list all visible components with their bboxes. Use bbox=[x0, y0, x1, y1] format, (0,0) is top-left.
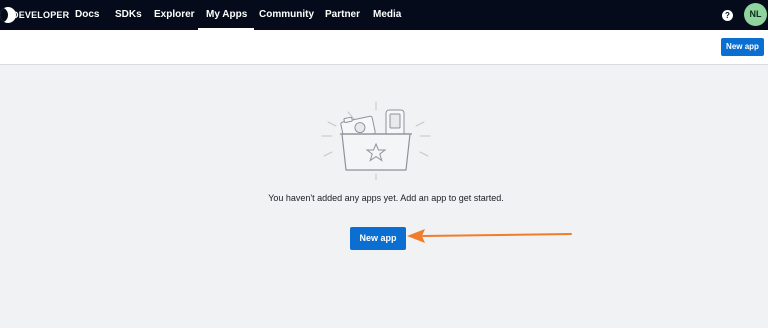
nav-item-docs[interactable]: Docs bbox=[75, 0, 99, 30]
nav-item-community[interactable]: Community bbox=[259, 0, 314, 30]
header-new-app-button[interactable]: New app bbox=[721, 38, 764, 56]
avatar[interactable]: NL bbox=[744, 3, 767, 26]
nav-item-media[interactable]: Media bbox=[373, 0, 401, 30]
top-navigation-bar: DEVELOPER Docs SDKs Explorer My Apps Com… bbox=[0, 0, 768, 30]
page-header-bar bbox=[0, 30, 768, 65]
nav-item-partner[interactable]: Partner bbox=[325, 0, 360, 30]
empty-box-star-icon bbox=[321, 101, 431, 180]
nav-item-sdks[interactable]: SDKs bbox=[115, 0, 142, 30]
nav-item-my-apps[interactable]: My Apps bbox=[197, 0, 255, 30]
empty-state-message: You haven't added any apps yet. Add an a… bbox=[268, 193, 504, 203]
nav-item-explorer[interactable]: Explorer bbox=[154, 0, 195, 30]
help-icon[interactable]: ? bbox=[722, 10, 733, 21]
arrow-left-icon bbox=[407, 229, 572, 243]
brand-name[interactable]: DEVELOPER bbox=[12, 0, 69, 30]
main-new-app-button[interactable]: New app bbox=[350, 227, 406, 250]
